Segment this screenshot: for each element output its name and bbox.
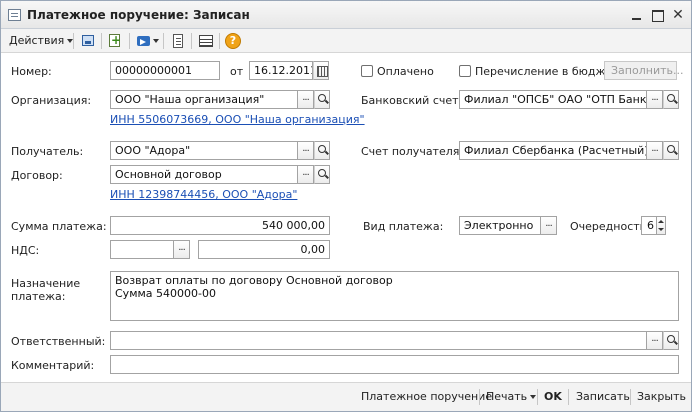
recipient-account-field[interactable]: Филиал Сбербанка (Расчетный) <box>459 141 647 160</box>
post-document-button[interactable] <box>79 32 97 50</box>
fill-button[interactable]: Заполнить... <box>604 61 683 80</box>
footer-separator <box>537 389 538 405</box>
purpose-line-2: Сумма 540000-00 <box>115 287 216 300</box>
organization-label: Организация: <box>11 94 92 107</box>
search-icon[interactable] <box>314 165 330 184</box>
amount-label: Сумма платежа: <box>11 220 107 233</box>
maximize-icon[interactable] <box>651 9 665 22</box>
purpose-textarea[interactable]: Возврат оплаты по договору Основной дого… <box>110 271 679 321</box>
responsible-label: Ответственный: <box>11 335 106 348</box>
vat-rate-select-button[interactable] <box>174 240 190 259</box>
paid-checkbox[interactable] <box>361 65 373 77</box>
purpose-line-1: Возврат оплаты по договору Основной дого… <box>115 274 393 287</box>
print-button-label: Печать <box>486 390 528 403</box>
toolbar-separator <box>101 33 102 49</box>
comment-label: Комментарий: <box>11 359 95 372</box>
contract-field[interactable]: Основной договор <box>110 165 298 184</box>
payment-type-field[interactable]: Электронно <box>459 216 541 235</box>
based-on-button[interactable] <box>135 32 153 50</box>
payment-type-label: Вид платежа: <box>363 220 444 233</box>
toolbar-separator <box>73 33 74 49</box>
search-icon[interactable] <box>314 141 330 160</box>
organization-select-button[interactable] <box>298 90 314 109</box>
actions-menu-label: Действия <box>9 34 65 47</box>
actions-menu[interactable]: Действия <box>9 34 74 47</box>
movements-report-button[interactable] <box>169 32 187 50</box>
purpose-label-line1: Назначение <box>11 277 81 290</box>
toolbar-separator <box>219 33 220 49</box>
recipient-inn-link[interactable]: ИНН 12398744456, ООО "Адора" <box>110 188 297 201</box>
vat-rate-field[interactable] <box>110 240 174 259</box>
organization-inn-link[interactable]: ИНН 5506073669, ООО "Наша организация" <box>110 113 365 126</box>
copy-document-button[interactable] <box>106 32 124 50</box>
document-window: Платежное поручение: Записан ✕ Действия … <box>0 0 692 412</box>
close-icon[interactable]: ✕ <box>671 8 685 22</box>
bank-account-label: Банковский счет: <box>361 94 463 107</box>
footer-separator <box>479 389 480 405</box>
document-icon <box>8 9 21 21</box>
footer-bar: Платежное поручение Печать OK Записать З… <box>1 382 691 411</box>
organization-field[interactable]: ООО "Наша организация" <box>110 90 298 109</box>
purpose-label-line2: платежа: <box>11 290 66 303</box>
list-icon <box>199 35 213 47</box>
vat-label: НДС: <box>11 244 40 257</box>
help-button[interactable]: ? <box>224 32 242 50</box>
responsible-select-button[interactable] <box>647 331 663 350</box>
number-label: Номер: <box>11 65 52 78</box>
recipient-select-button[interactable] <box>298 141 314 160</box>
budget-transfer-checkbox[interactable] <box>459 65 471 77</box>
contract-select-button[interactable] <box>298 165 314 184</box>
print-form-button[interactable]: Платежное поручение <box>361 390 492 403</box>
number-field[interactable]: 00000000001 <box>110 61 220 80</box>
report-icon <box>173 34 183 48</box>
chevron-down-icon <box>530 395 537 399</box>
toolbar-separator <box>163 33 164 49</box>
comment-field[interactable] <box>110 355 679 374</box>
recipient-account-select-button[interactable] <box>647 141 663 160</box>
close-button[interactable]: Закрыть <box>637 390 686 403</box>
post-icon <box>82 35 94 46</box>
search-icon[interactable] <box>663 331 679 350</box>
responsible-field[interactable] <box>110 331 647 350</box>
search-icon[interactable] <box>663 141 679 160</box>
vat-amount-field[interactable]: 0,00 <box>198 240 330 259</box>
calendar-icon[interactable] <box>313 61 329 80</box>
amount-field[interactable]: 540 000,00 <box>110 216 330 235</box>
search-icon[interactable] <box>663 90 679 109</box>
create-based-on-icon <box>137 36 150 46</box>
date-label: от <box>230 65 244 78</box>
toolbar-separator <box>191 33 192 49</box>
budget-transfer-label: Перечисление в бюджет <box>475 65 619 78</box>
print-button[interactable]: Печать <box>486 390 537 403</box>
footer-separator <box>568 389 569 405</box>
help-icon: ? <box>225 33 241 49</box>
payment-type-select-button[interactable] <box>541 216 557 235</box>
chevron-down-icon[interactable] <box>153 39 159 43</box>
priority-label: Очередность: <box>570 220 650 233</box>
toolbar: Действия ? <box>1 29 691 53</box>
contract-label: Договор: <box>11 169 63 182</box>
window-title: Платежное поручение: Записан <box>27 8 250 22</box>
minimize-icon[interactable] <box>630 9 644 22</box>
save-button[interactable]: Записать <box>576 390 630 403</box>
title-bar[interactable]: Платежное поручение: Записан ✕ <box>1 1 691 29</box>
search-icon[interactable] <box>314 90 330 109</box>
recipient-label: Получатель: <box>11 145 84 158</box>
priority-field[interactable]: 6 <box>641 216 657 235</box>
toolbar-separator <box>129 33 130 49</box>
footer-separator <box>630 389 631 405</box>
priority-stepper[interactable] <box>657 216 666 235</box>
paid-label: Оплачено <box>377 65 434 78</box>
bank-account-select-button[interactable] <box>647 90 663 109</box>
structure-button[interactable] <box>197 32 215 50</box>
date-field[interactable]: 16.12.2011 <box>249 61 313 80</box>
ok-button[interactable]: OK <box>544 390 562 403</box>
recipient-field[interactable]: ООО "Адора" <box>110 141 298 160</box>
bank-account-field[interactable]: Филиал "ОПСБ" ОАО "ОТП Банк" (Р <box>459 90 647 109</box>
recipient-account-label: Счет получателя: <box>361 145 464 158</box>
add-copy-icon <box>109 33 121 47</box>
